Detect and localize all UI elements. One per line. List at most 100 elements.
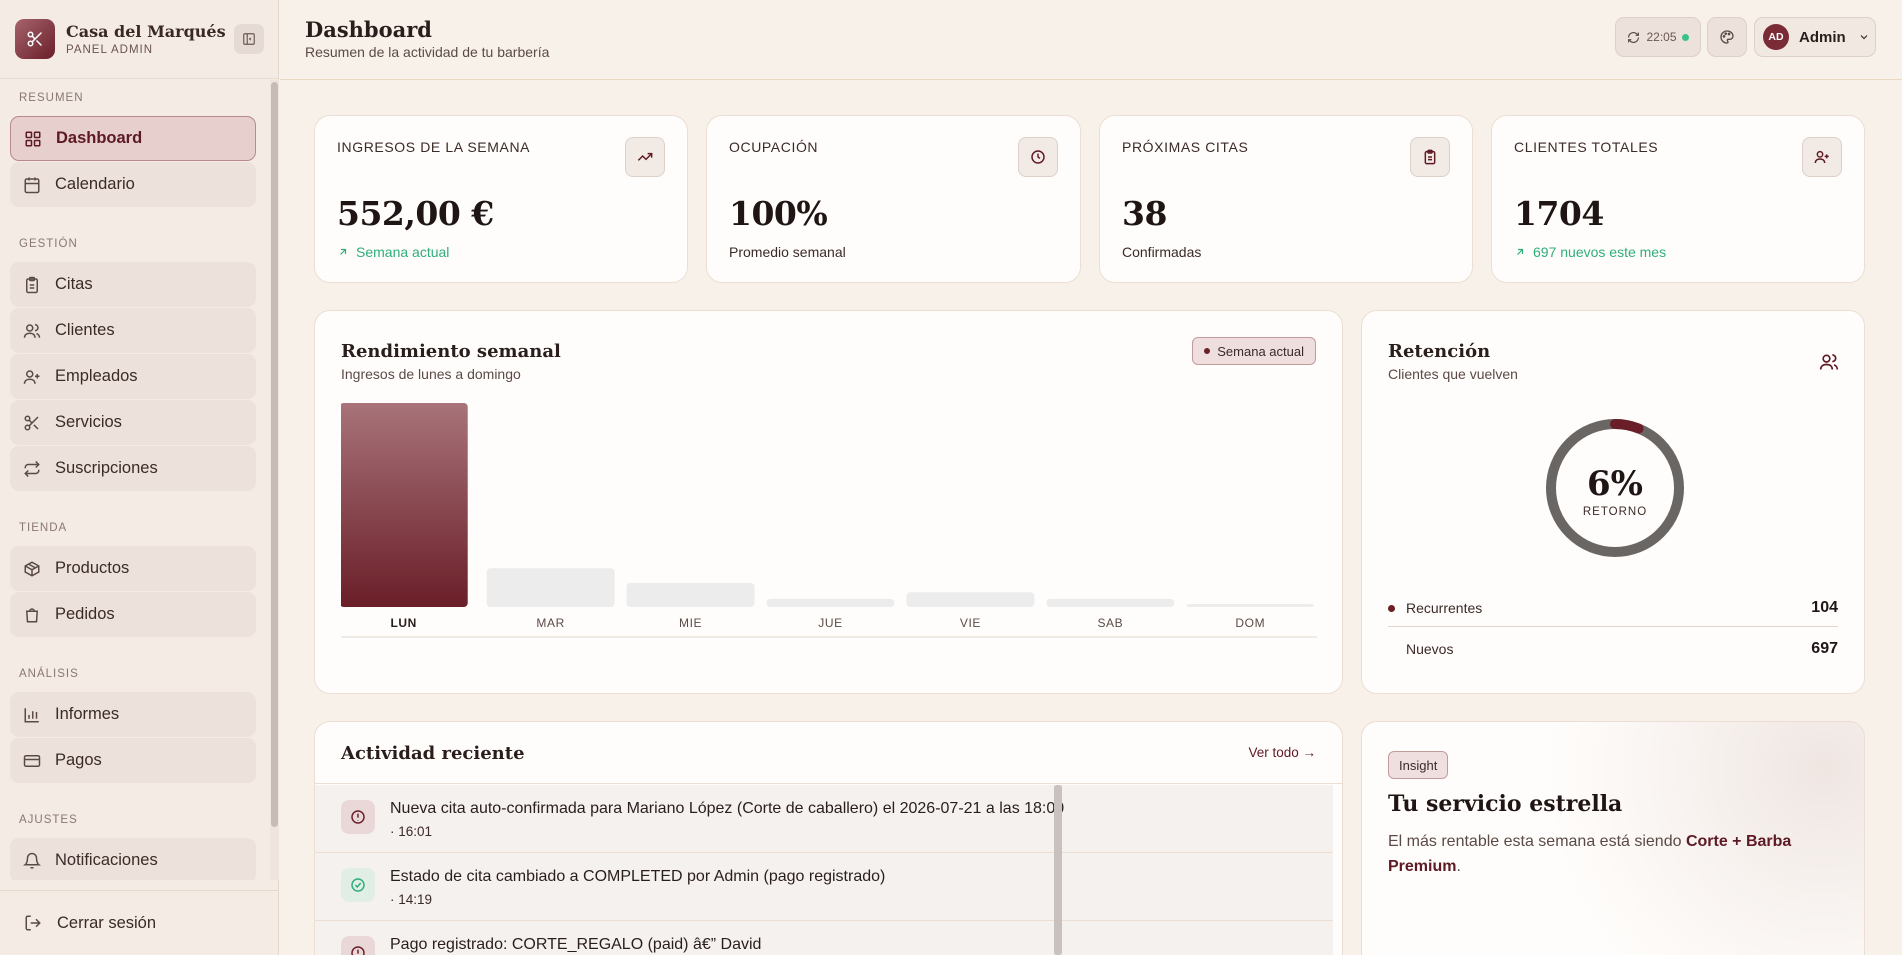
refresh-button[interactable]: 22:05	[1615, 17, 1701, 57]
list-item[interactable]: Pago registrado: CORTE_REGALO (paid) â€”…	[315, 921, 1333, 955]
sidebar-nav: RESUMEN Dashboard Calendario GESTIÓN Cit…	[0, 80, 270, 880]
kpi-value: 1704	[1514, 194, 1604, 233]
theme-button[interactable]	[1707, 17, 1747, 57]
section-label-analisis: ANÁLISIS	[19, 668, 79, 680]
calendar-icon	[24, 177, 40, 193]
activity-text: Nueva cita auto-confirmada para Mariano …	[390, 800, 1065, 817]
sidebar-item-dashboard[interactable]: Dashboard	[10, 116, 256, 161]
kpi-note: Semana actual	[337, 244, 449, 260]
logout-icon	[25, 915, 41, 931]
bar-vie[interactable]	[906, 592, 1035, 607]
scrollbar-thumb[interactable]	[271, 82, 278, 827]
row-value: 697	[1811, 640, 1838, 657]
kpi-note-text: Semana actual	[356, 244, 450, 260]
row-label: Nuevos	[1406, 641, 1454, 657]
kpi-value: 100%	[729, 194, 828, 233]
card-title: Retención	[1388, 341, 1491, 362]
bar-chart-icon	[24, 707, 39, 722]
scissors-icon	[15, 19, 55, 59]
clipboard-icon[interactable]	[1410, 137, 1450, 177]
retention-percent: 6%	[1587, 464, 1643, 504]
bar-mar[interactable]	[486, 568, 615, 607]
sidebar-item-citas[interactable]: Citas	[10, 262, 256, 307]
clock-icon[interactable]	[1018, 137, 1058, 177]
activity-text: Estado de cita cambiado a COMPLETED por …	[390, 868, 886, 885]
page-title: Dashboard	[305, 17, 432, 42]
collapse-sidebar-button[interactable]	[234, 24, 264, 54]
chevron-down-icon	[1860, 35, 1868, 40]
view-all-link[interactable]: Ver todo →	[1248, 745, 1316, 760]
activity-time: · 16:01	[390, 824, 433, 839]
tick-label-jue: JUE	[818, 616, 842, 630]
sidebar-item-notificaciones[interactable]: Notificaciones	[10, 838, 256, 880]
kpi-label: CLIENTES TOTALES	[1514, 139, 1659, 155]
sidebar-item-servicios[interactable]: Servicios	[10, 400, 256, 445]
sidebar-scrollbar[interactable]	[270, 80, 279, 880]
list-item[interactable]: Estado de cita cambiado a COMPLETED por …	[315, 853, 1333, 921]
kpi-label: INGRESOS DE LA SEMANA	[337, 139, 531, 155]
tick-label-mar: MAR	[536, 616, 564, 630]
logout-button[interactable]: Cerrar sesión	[0, 890, 279, 955]
sidebar-item-label: Productos	[55, 559, 130, 577]
bell-icon	[23, 852, 41, 868]
alert-icon	[341, 936, 375, 955]
kpi-note: Confirmadas	[1122, 244, 1201, 260]
kpi-value: 38	[1122, 194, 1167, 233]
scrollbar-thumb[interactable]	[1054, 785, 1062, 955]
sidebar-item-informes[interactable]: Informes	[10, 692, 256, 737]
tick-label-mie: MIE	[679, 616, 702, 630]
sidebar-item-calendario[interactable]: Calendario	[10, 162, 256, 207]
kpi-note: 697 nuevos este mes	[1514, 244, 1666, 260]
sidebar-item-clientes[interactable]: Clientes	[10, 308, 256, 353]
palette-icon	[1720, 30, 1734, 44]
bar-sab[interactable]	[1046, 598, 1175, 607]
divider	[1388, 626, 1838, 627]
shopping-bag-icon	[25, 607, 39, 622]
kpi-label: OCUPACIÓN	[729, 139, 819, 155]
repeat-icon	[24, 460, 40, 477]
scissors-icon	[24, 415, 39, 430]
clipboard-icon	[26, 276, 38, 293]
recent-activity-card: Actividad reciente Ver todo → Nueva cita…	[314, 721, 1343, 955]
activity-scrollbar[interactable]	[1054, 785, 1062, 955]
sidebar-item-suscripciones[interactable]: Suscripciones	[10, 446, 256, 491]
tick-label-vie: VIE	[960, 616, 981, 630]
bar-lun[interactable]	[341, 403, 468, 607]
sidebar-item-empleados[interactable]: Empleados	[10, 354, 256, 399]
row-label: Recurrentes	[1406, 600, 1483, 616]
kpi-note: Promedio semanal	[729, 244, 846, 260]
bar-jue[interactable]	[766, 598, 895, 607]
sidebar-item-label: Dashboard	[56, 129, 143, 147]
list-item[interactable]: Nueva cita auto-confirmada para Mariano …	[315, 785, 1333, 853]
users-icon	[23, 323, 41, 338]
sidebar-item-label: Clientes	[55, 321, 115, 339]
section-label-gestion: GESTIÓN	[19, 238, 78, 250]
retention-row-recurrentes: Recurrentes 104	[1388, 597, 1838, 619]
user-plus-icon	[23, 369, 40, 384]
card-title: Rendimiento semanal	[341, 341, 561, 362]
section-label-resumen: RESUMEN	[19, 92, 84, 104]
arrow-up-right-icon	[340, 248, 347, 255]
sidebar-item-pagos[interactable]: Pagos	[10, 738, 256, 783]
sidebar-item-label: Pagos	[55, 751, 102, 769]
card-subtitle: Ingresos de lunes a domingo	[341, 366, 521, 382]
bar-dom[interactable]	[1186, 604, 1315, 607]
sidebar: Casa del Marqués PANEL ADMIN RESUMEN Das…	[0, 0, 279, 955]
avatar: AD	[1763, 24, 1789, 50]
bar-mie[interactable]	[626, 582, 755, 607]
current-week-badge[interactable]: Semana actual	[1192, 337, 1316, 365]
retention-caption: RETORNO	[1582, 506, 1648, 518]
brand-subtitle: PANEL ADMIN	[66, 44, 154, 56]
activity-time: · 14:19	[390, 892, 433, 907]
sidebar-item-productos[interactable]: Productos	[10, 546, 256, 591]
kpi-note-text: 697 nuevos este mes	[1533, 244, 1667, 260]
page-subtitle: Resumen de la actividad de tu barbería	[305, 44, 550, 60]
badge-label: Semana actual	[1217, 343, 1304, 359]
user-menu-button[interactable]: AD Admin	[1754, 17, 1876, 57]
panel-left-icon	[243, 33, 255, 45]
user-plus-icon[interactable]	[1802, 137, 1842, 177]
sidebar-item-pedidos[interactable]: Pedidos	[10, 592, 256, 637]
trending-up-icon[interactable]	[625, 137, 665, 177]
kpi-card-ingresos: INGRESOS DE LA SEMANA 552,00 € Semana ac…	[314, 115, 688, 283]
user-name: Admin	[1799, 28, 1846, 46]
